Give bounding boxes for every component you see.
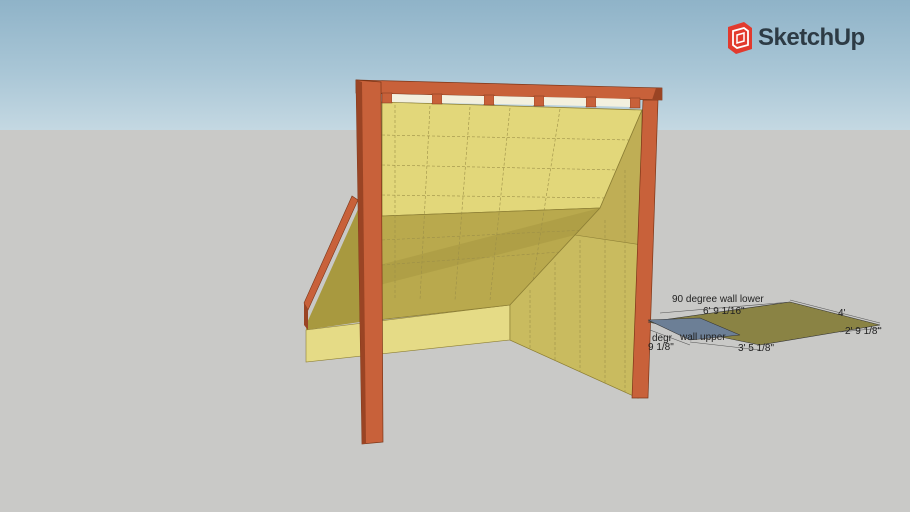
sketchup-logo: SketchUp — [724, 20, 874, 56]
beam-gap — [596, 98, 630, 107]
left-post[interactable] — [355, 79, 384, 445]
dimension-right-side-label: 2' 9 1/8" — [845, 326, 881, 337]
beam-gap — [494, 96, 534, 105]
dimension-bottom-label: 3' 5 1/8" — [738, 343, 774, 354]
beam-gap — [544, 97, 586, 106]
left-wall-top-face — [306, 205, 360, 330]
3d-model-canvas[interactable]: 90 degree wall lower 6' 9 1/16" 4' 2' 9 … — [0, 0, 910, 512]
dimension-title-label: 90 degree wall lower — [672, 294, 764, 305]
dimension-left-c-label: 9 1/8" — [648, 342, 674, 353]
model-viewport[interactable]: 90 degree wall lower 6' 9 1/16" 4' 2' 9 … — [0, 0, 910, 512]
beam-gap — [442, 95, 484, 104]
dimension-length-label: 6' 9 1/16" — [703, 306, 745, 317]
dimension-left-b-label: wall upper — [679, 332, 726, 343]
beam-gap — [392, 94, 432, 103]
floor-panel-group[interactable]: 90 degree wall lower 6' 9 1/16" 4' 2' 9 … — [647, 294, 883, 354]
sketchup-logo-icon — [728, 22, 752, 54]
logo-wordmark: SketchUp — [758, 24, 865, 51]
dimension-right-top-label: 4' — [838, 308, 846, 319]
back-upper-panel — [381, 101, 643, 217]
